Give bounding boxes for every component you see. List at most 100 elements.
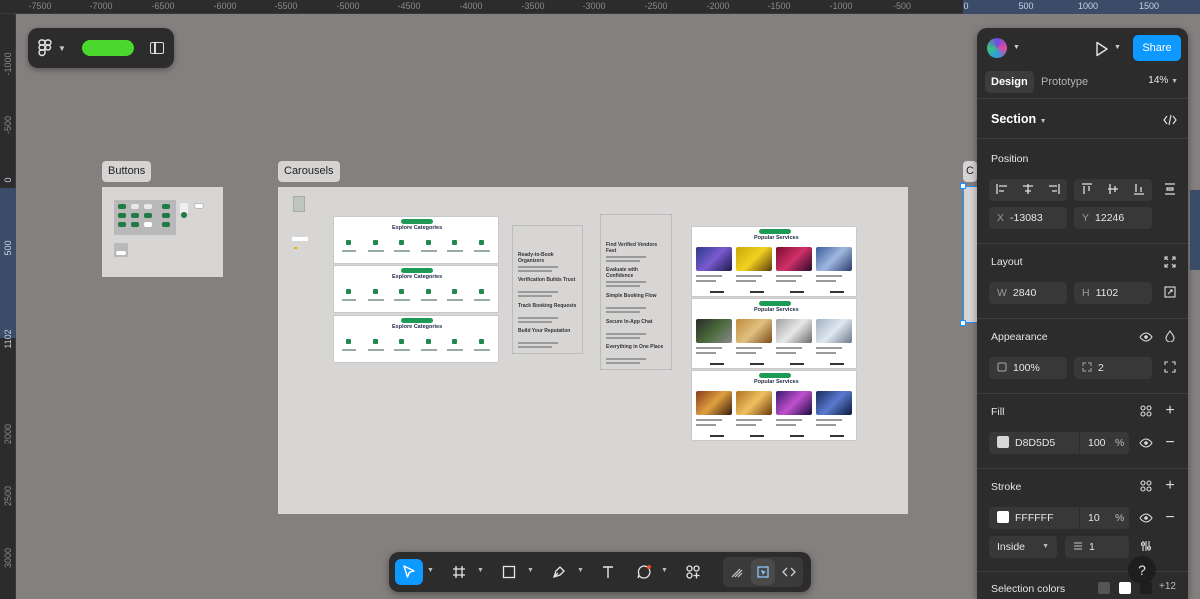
stroke-color-input[interactable]: FFFFFF 10 % xyxy=(989,507,1129,529)
section-label-partial[interactable]: C xyxy=(963,161,977,182)
add-fill-icon[interactable]: + xyxy=(1163,403,1177,419)
rectangle-tool-icon[interactable] xyxy=(497,559,521,585)
frame-tool-icon[interactable] xyxy=(447,559,471,585)
y-position-input[interactable]: Y 12246 xyxy=(1074,207,1152,229)
present-play-icon[interactable] xyxy=(1095,41,1109,60)
design-mode-icon[interactable] xyxy=(751,559,775,585)
resize-handle[interactable] xyxy=(960,320,966,326)
vertical-align-group xyxy=(1074,179,1152,201)
dev-mode-icon[interactable] xyxy=(777,559,801,585)
stroke-position-select[interactable]: Inside ▼ xyxy=(989,536,1057,558)
constrain-proportions-icon[interactable] xyxy=(1163,286,1177,301)
explore-categories-card[interactable]: Explore Categories xyxy=(333,315,499,363)
section-type-label[interactable]: Section ▼ xyxy=(991,112,1047,126)
remove-fill-icon[interactable]: − xyxy=(1163,435,1177,451)
comment-tool-icon[interactable] xyxy=(632,559,656,585)
tab-design[interactable]: Design xyxy=(985,71,1034,93)
styles-grid-icon[interactable] xyxy=(1139,405,1153,420)
figma-logo-icon[interactable] xyxy=(38,39,52,57)
pen-tool-icon[interactable] xyxy=(547,559,571,585)
features-card-a[interactable]: Ready-to-Book Organizers Verification Bu… xyxy=(512,225,583,354)
feature-heading: Find Verified Vendors Fast xyxy=(606,242,658,254)
resize-to-fit-icon[interactable] xyxy=(1163,256,1177,271)
mode-switcher xyxy=(723,557,803,587)
carousels-section-frame[interactable]: Explore Categories Explore Categories Ex… xyxy=(278,187,908,514)
text-tool-icon[interactable] xyxy=(596,559,620,585)
distribute-icon[interactable] xyxy=(1163,183,1177,198)
stroke-settings-icon[interactable] xyxy=(1139,540,1153,555)
ruler-tick: 0 xyxy=(3,177,13,183)
selected-section-frame[interactable] xyxy=(963,186,977,323)
styles-grid-icon[interactable] xyxy=(1139,480,1153,495)
x-position-input[interactable]: X -13083 xyxy=(989,207,1067,229)
small-dots xyxy=(292,237,308,249)
ruler-tick: 1102 xyxy=(3,329,13,349)
section-label-buttons[interactable]: Buttons xyxy=(102,161,152,182)
ruler-tick: -5500 xyxy=(274,1,298,11)
feature-heading: Track Booking Requests xyxy=(518,303,577,309)
resize-handle[interactable] xyxy=(960,183,966,189)
selection-color-swatch[interactable] xyxy=(1119,582,1131,594)
avatar[interactable] xyxy=(987,38,1007,58)
file-name-redacted[interactable] xyxy=(81,40,134,56)
code-icon[interactable] xyxy=(1163,114,1177,129)
chevron-down-icon[interactable]: ▼ xyxy=(477,567,484,574)
width-input[interactable]: W 2840 xyxy=(989,282,1067,304)
popular-services-card[interactable]: Popular Services xyxy=(691,298,857,369)
section-label-carousels[interactable]: Carousels xyxy=(278,161,340,182)
more-colors-count[interactable]: +12 xyxy=(1159,581,1176,592)
popular-services-card[interactable]: Popular Services xyxy=(691,370,857,441)
help-button[interactable]: ? xyxy=(1128,556,1156,584)
chevron-down-icon[interactable]: ▼ xyxy=(661,567,668,574)
draw-mode-icon[interactable] xyxy=(725,559,749,585)
chevron-down-icon[interactable]: ▼ xyxy=(1013,44,1020,51)
align-right-icon[interactable] xyxy=(1041,179,1067,199)
blend-mode-icon[interactable] xyxy=(1163,330,1177,345)
corner-radius-input[interactable]: 2 xyxy=(1074,357,1152,379)
chevron-down-icon[interactable]: ▼ xyxy=(427,567,434,574)
chevron-down-icon[interactable]: ▼ xyxy=(58,44,66,53)
ruler-tick: 1000 xyxy=(1077,1,1099,11)
feature-heading: Everything in One Place xyxy=(606,344,664,350)
chevron-down-icon[interactable]: ▼ xyxy=(577,567,584,574)
height-input[interactable]: H 1102 xyxy=(1074,282,1152,304)
selection-color-swatch[interactable] xyxy=(1098,582,1110,594)
opacity-input[interactable]: 100% xyxy=(989,357,1067,379)
zoom-level[interactable]: 14% ▼ xyxy=(1148,75,1178,86)
align-left-icon[interactable] xyxy=(989,179,1015,199)
add-stroke-icon[interactable]: + xyxy=(1163,478,1177,494)
chevron-down-icon[interactable]: ▼ xyxy=(527,567,534,574)
actions-tool-icon[interactable] xyxy=(681,559,705,585)
popular-services-card[interactable]: Popular Services xyxy=(691,226,857,297)
stroke-weight-input[interactable]: 1 xyxy=(1065,536,1129,558)
eye-icon[interactable] xyxy=(1139,437,1153,451)
buttons-section-frame[interactable] xyxy=(102,187,223,277)
align-bottom-icon[interactable] xyxy=(1126,179,1152,199)
move-tool-icon[interactable] xyxy=(395,559,423,585)
tab-prototype[interactable]: Prototype xyxy=(1035,71,1094,93)
ruler-tick: 2500 xyxy=(3,485,13,507)
ruler-tick: -6000 xyxy=(213,1,237,11)
chevron-down-icon[interactable]: ▼ xyxy=(1114,44,1121,51)
features-card-b[interactable]: Find Verified Vendors Fast Evaluate with… xyxy=(600,214,672,370)
sidebar-toggle-icon[interactable] xyxy=(150,42,164,54)
align-center-h-icon[interactable] xyxy=(1015,179,1041,199)
eye-icon[interactable] xyxy=(1139,512,1153,526)
align-middle-v-icon[interactable] xyxy=(1100,179,1126,199)
ruler-tick: -1000 xyxy=(829,1,853,11)
fill-color-input[interactable]: D8D5D5 100 % xyxy=(989,432,1129,454)
horizontal-align-group xyxy=(989,179,1067,201)
top-ruler: -7500 -7000 -6500 -6000 -5500 -5000 -450… xyxy=(0,0,1200,14)
explore-categories-card[interactable]: Explore Categories xyxy=(333,265,499,313)
independent-corners-icon[interactable] xyxy=(1163,361,1177,376)
ruler-tick: 1500 xyxy=(1138,1,1160,11)
card-title: Popular Services xyxy=(754,307,799,313)
card-title: Explore Categories xyxy=(392,324,443,330)
align-top-icon[interactable] xyxy=(1074,179,1100,199)
eye-icon[interactable] xyxy=(1139,331,1153,345)
canvas-scrollbar[interactable] xyxy=(1190,190,1200,270)
remove-stroke-icon[interactable]: − xyxy=(1163,510,1177,526)
share-button[interactable]: Share xyxy=(1133,35,1181,61)
left-ruler: -1000 -500 0 500 1102 2000 2500 3000 xyxy=(0,14,16,599)
explore-categories-card[interactable]: Explore Categories xyxy=(333,216,499,264)
